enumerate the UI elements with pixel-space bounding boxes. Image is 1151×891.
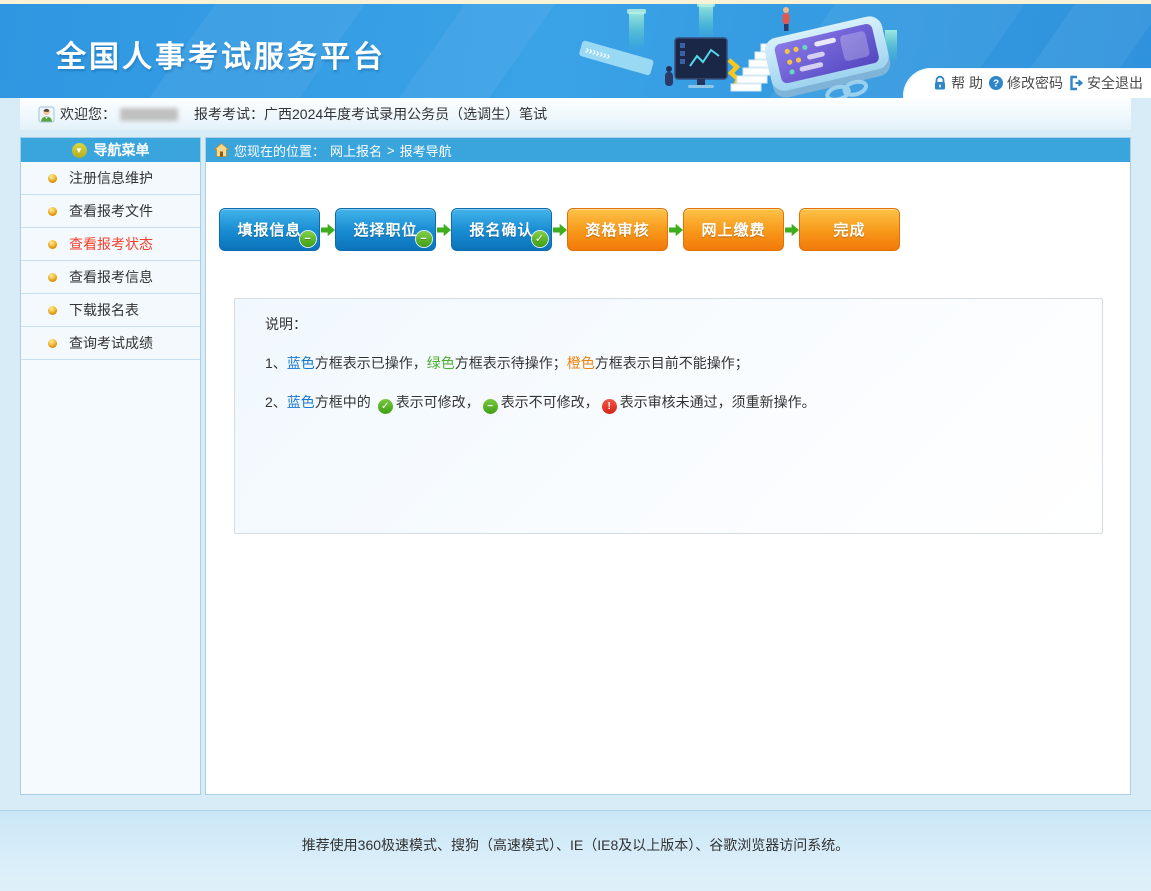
step-badge-minus-icon: − [300, 231, 316, 247]
user-avatar-icon [38, 106, 55, 123]
sidebar-item-label: 查看报考信息 [69, 267, 153, 287]
note-line-1: 1、蓝色方框表示已操作，绿色方框表示待操作；橙色方框表示目前不能操作； [265, 353, 1102, 373]
step-arrow-icon [784, 223, 799, 237]
step-button-4: 资格审核 [567, 208, 668, 251]
header-illustration: ››››››› [579, 4, 919, 98]
sidebar-item-2[interactable]: 查看报考文件 [21, 195, 200, 228]
bullet-icon [48, 339, 57, 348]
step-arrow-icon [436, 223, 451, 237]
note-text: 方框表示目前不能操作； [595, 355, 749, 371]
help-link[interactable]: 帮 助 [932, 73, 983, 93]
step-button-6: 完成 [799, 208, 900, 251]
site-title: 全国人事考试服务平台 [56, 32, 386, 76]
sidebar: ▼ 导航菜单 注册信息维护查看报考文件查看报考状态查看报考信息下载报名表查询考试… [20, 137, 201, 795]
step-badge-minus-icon: − [416, 231, 432, 247]
exam-name: 广西2024年度考试录用公务员（选调生）笔试 [264, 104, 547, 124]
home-icon [214, 143, 229, 157]
note-colored-word: 蓝色 [287, 355, 315, 371]
change-password-label: 修改密码 [1007, 73, 1063, 93]
question-icon: ? [988, 75, 1004, 91]
step-button-3[interactable]: 报名确认✓ [451, 208, 552, 251]
footer: 推荐使用360极速模式、搜狗（高速模式）、IE（IE8及以上版本）、谷歌浏览器访… [0, 810, 1151, 891]
change-password-link[interactable]: ? 修改密码 [988, 73, 1063, 93]
sidebar-item-label: 查看报考文件 [69, 201, 153, 221]
step-badge-check-icon: ✓ [532, 231, 548, 247]
sidebar-item-1[interactable]: 注册信息维护 [21, 162, 200, 195]
step-label: 完成 [833, 219, 865, 240]
bullet-icon [48, 240, 57, 249]
note-line-2: 2、蓝色方框中的 ✓表示可修改，−表示不可修改，!表示审核未通过，须重新操作。 [265, 392, 1102, 414]
help-label: 帮 助 [951, 73, 983, 93]
sidebar-menu: 注册信息维护查看报考文件查看报考状态查看报考信息下载报名表查询考试成绩 [21, 162, 200, 360]
note-text: 表示审核未通过，须重新操作。 [620, 394, 816, 410]
chevron-down-icon: ▼ [72, 143, 87, 158]
step-button-1[interactable]: 填报信息− [219, 208, 320, 251]
breadcrumb-separator: > [387, 143, 395, 158]
breadcrumb-prefix: 您现在的位置： [234, 141, 325, 160]
step-button-2[interactable]: 选择职位− [335, 208, 436, 251]
breadcrumb-link-nav[interactable]: 报考导航 [400, 141, 452, 160]
header: 全国人事考试服务平台 ››››››› [0, 4, 1151, 98]
sidebar-item-4[interactable]: 查看报考信息 [21, 261, 200, 294]
welcome-greeting: 欢迎您： [60, 104, 116, 124]
breadcrumb-link-online-signup[interactable]: 网上报名 [330, 141, 382, 160]
quick-links-tab: 帮 助 ? 修改密码 安全退出 [903, 68, 1151, 98]
bullet-icon [48, 273, 57, 282]
sidebar-item-label: 查询考试成绩 [69, 333, 153, 353]
step-arrow-icon [320, 223, 335, 237]
steps-row: 填报信息−选择职位−报名确认✓资格审核网上缴费完成 [219, 208, 900, 251]
note-text: 2、 [265, 394, 287, 410]
note-text: 表示不可修改， [501, 394, 599, 410]
sidebar-header-label: 导航菜单 [94, 140, 150, 160]
note-colored-word: 蓝色 [287, 394, 315, 410]
note-text: 方框中的 [315, 394, 375, 410]
breadcrumb: 您现在的位置： 网上报名 > 报考导航 [206, 138, 1130, 162]
step-arrow-icon [668, 223, 683, 237]
exam-label: 报考考试： [194, 104, 264, 124]
main-content: 您现在的位置： 网上报名 > 报考导航 填报信息−选择职位−报名确认✓资格审核网… [205, 137, 1131, 795]
notes-title: 说明： [265, 314, 1102, 334]
note-text: 方框表示已操作， [315, 355, 427, 371]
header-streak [381, 4, 569, 98]
note-text: 表示可修改， [396, 394, 480, 410]
step-arrow-icon [552, 223, 567, 237]
step-label: 资格审核 [585, 219, 649, 240]
svg-text:?: ? [993, 79, 999, 90]
sidebar-item-label: 注册信息维护 [69, 168, 153, 188]
logout-link[interactable]: 安全退出 [1068, 73, 1143, 93]
step-label: 选择职位 [353, 219, 417, 240]
bullet-icon [48, 306, 57, 315]
sidebar-item-5[interactable]: 下载报名表 [21, 294, 200, 327]
footer-text: 推荐使用360极速模式、搜狗（高速模式）、IE（IE8及以上版本）、谷歌浏览器访… [302, 837, 850, 853]
bullet-icon [48, 207, 57, 216]
note-check-icon: ✓ [378, 399, 393, 414]
note-colored-word: 橙色 [567, 355, 595, 371]
welcome-bar: 欢迎您： 报考考试： 广西2024年度考试录用公务员（选调生）笔试 [20, 98, 1131, 130]
step-button-5: 网上缴费 [683, 208, 784, 251]
user-name-redacted [120, 108, 178, 121]
step-label: 报名确认 [469, 219, 533, 240]
step-label: 填报信息 [237, 219, 301, 240]
note-colored-word: 绿色 [427, 355, 455, 371]
bullet-icon [48, 174, 57, 183]
note-text: 1、 [265, 355, 287, 371]
logout-label: 安全退出 [1087, 73, 1143, 93]
logout-icon [1068, 75, 1084, 91]
sidebar-item-label: 下载报名表 [69, 300, 139, 320]
lock-icon [932, 75, 948, 91]
note-exclaim-icon: ! [602, 399, 617, 414]
sidebar-item-6[interactable]: 查询考试成绩 [21, 327, 200, 360]
sidebar-item-label: 查看报考状态 [69, 234, 153, 254]
step-label: 网上缴费 [701, 219, 765, 240]
note-text: 方框表示待操作； [455, 355, 567, 371]
sidebar-item-3[interactable]: 查看报考状态 [21, 228, 200, 261]
note-minus-icon: − [483, 399, 498, 414]
notes-box: 说明： 1、蓝色方框表示已操作，绿色方框表示待操作；橙色方框表示目前不能操作； … [234, 298, 1103, 534]
sidebar-header: ▼ 导航菜单 [21, 138, 200, 162]
